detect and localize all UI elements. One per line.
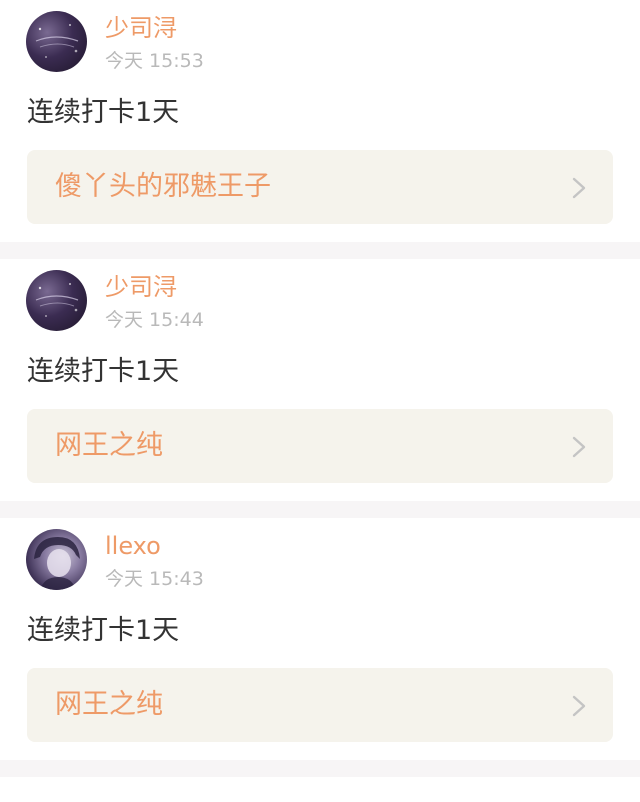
username[interactable]: llexo [105,531,161,561]
feed-post: 少司浔 今天 15:44 连续打卡1天 网王之纯 [0,259,640,501]
post-time: 今天 15:44 [105,309,204,331]
avatar[interactable] [26,270,87,331]
post-divider [0,242,640,259]
checkin-feed: 少司浔 今天 15:53 连续打卡1天 傻丫头的邪魅王子 少司浔 今天 15:4… [0,0,640,802]
galaxy-avatar-icon [35,24,79,58]
username[interactable]: 少司浔 [105,13,177,43]
topic-card[interactable]: 网王之纯 [27,668,613,742]
chevron-right-icon [571,436,587,458]
post-divider [0,501,640,518]
topic-card[interactable]: 傻丫头的邪魅王子 [27,150,613,224]
post-divider [0,760,640,777]
post-content: 连续打卡1天 [27,356,180,387]
topic-name: 网王之纯 [55,430,163,461]
topic-name: 傻丫头的邪魅王子 [55,171,271,202]
galaxy-avatar-icon [35,283,79,317]
post-content: 连续打卡1天 [27,615,180,646]
username[interactable]: 少司浔 [105,272,177,302]
chevron-right-icon [571,177,587,199]
post-content: 连续打卡1天 [27,97,180,128]
post-time: 今天 15:53 [105,50,204,72]
chevron-right-icon [571,695,587,717]
topic-name: 网王之纯 [55,689,163,720]
topic-card[interactable]: 网王之纯 [27,409,613,483]
avatar[interactable] [26,529,87,590]
avatar[interactable] [26,11,87,72]
post-time: 今天 15:43 [105,568,204,590]
feed-post: 少司浔 今天 15:53 连续打卡1天 傻丫头的邪魅王子 [0,0,640,242]
person-avatar-icon [34,537,80,590]
feed-post: llexo 今天 15:43 连续打卡1天 网王之纯 [0,518,640,760]
